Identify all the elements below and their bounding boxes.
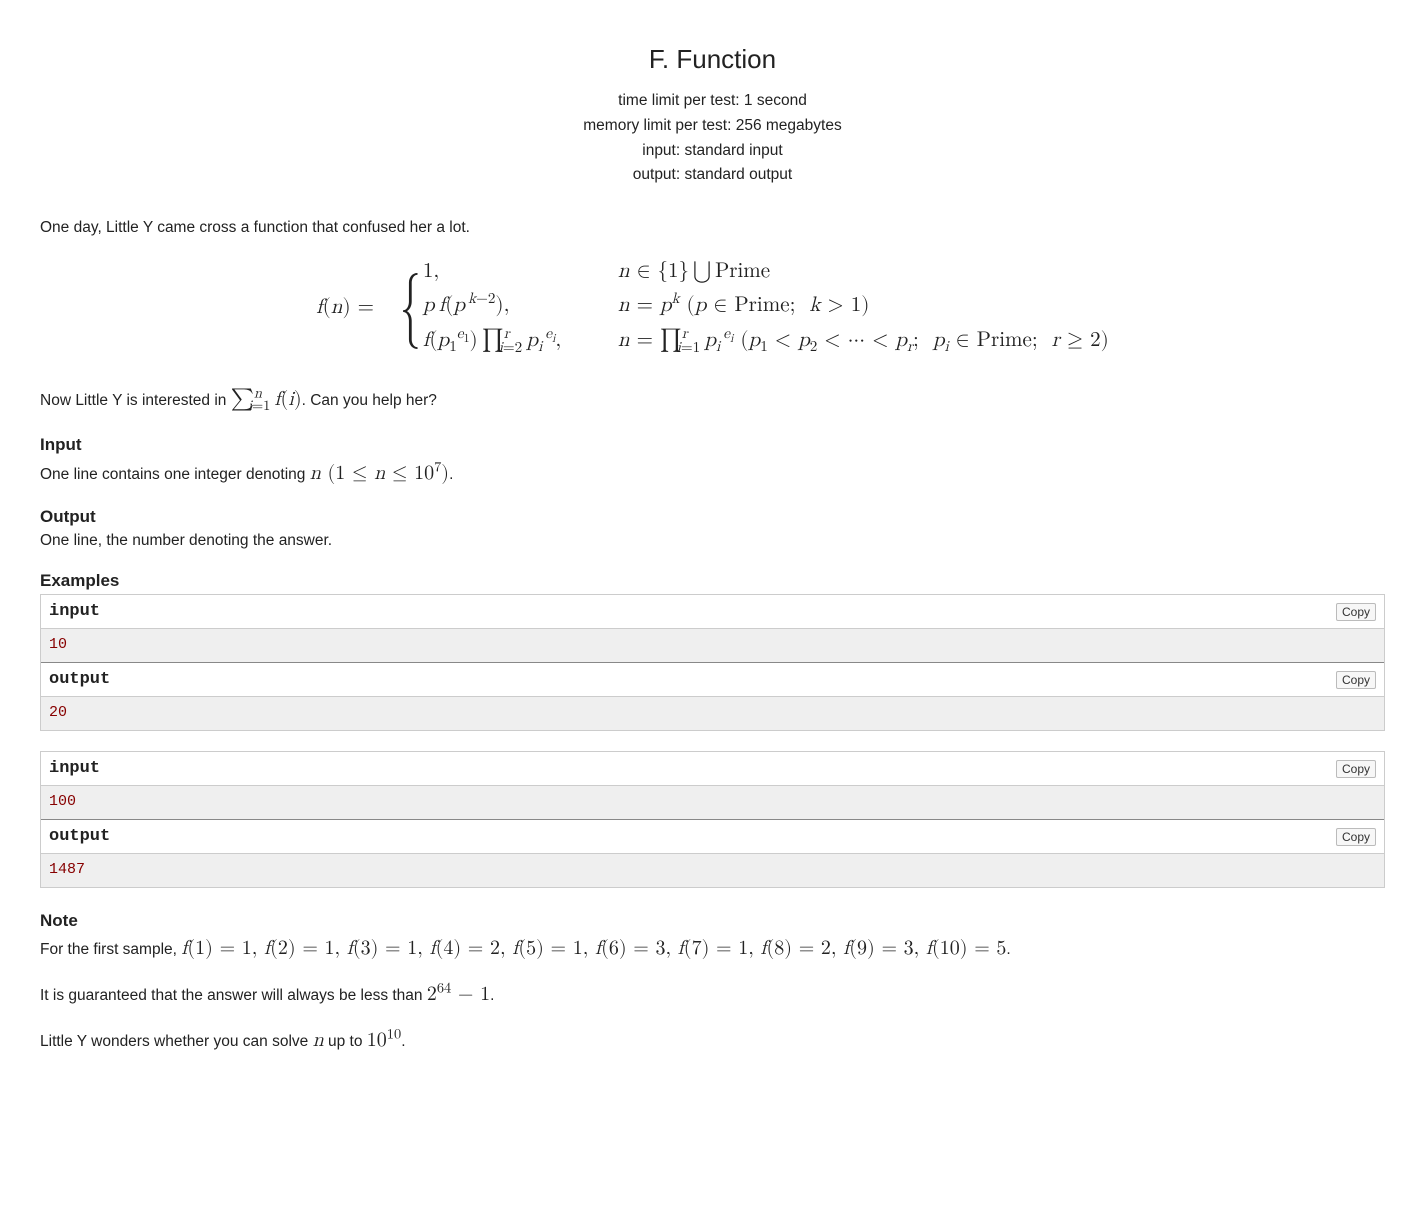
example-input-content: 100 — [41, 786, 1384, 820]
note-sample-suffix: . — [1006, 941, 1010, 958]
copy-button[interactable]: Copy — [1336, 671, 1376, 689]
example-block: input Copy 10 output Copy 20 — [40, 594, 1385, 731]
copy-button[interactable]: Copy — [1336, 603, 1376, 621]
io-header: output Copy — [41, 820, 1384, 855]
input-text-suffix: . — [449, 466, 453, 483]
note-section-title: Note — [40, 908, 1385, 934]
input-text-prefix: One line contains one integer denoting — [40, 466, 310, 483]
note-wonder-n: n — [313, 1030, 324, 1050]
time-limit-value: 1 second — [744, 92, 807, 109]
example-output-content: 20 — [41, 697, 1384, 730]
output-type-label: output: — [633, 166, 680, 183]
note-wonder-prefix: Little Y wonders whether you can solve — [40, 1033, 313, 1050]
examples-container: inputCopy10outputCopy20inputCopy100outpu… — [40, 594, 1385, 888]
io-header: input Copy — [41, 595, 1384, 630]
problem-title: F. Function — [40, 40, 1385, 79]
example-block: input Copy 100 output Copy 1487 — [40, 751, 1385, 888]
copy-button[interactable]: Copy — [1336, 760, 1376, 778]
output-type-value: standard output — [684, 166, 792, 183]
function-definition-formula: f(n) = { 1, n ∈ {1} ⋃ Prime p f(p k−2), … — [40, 255, 1385, 359]
output-section-text: One line, the number denoting the answer… — [40, 529, 1385, 552]
question-suffix: . Can you help her? — [302, 392, 437, 409]
note-wonder-bound: 1010 — [367, 1030, 401, 1050]
input-type-label: input: — [642, 142, 680, 159]
io-label: input — [49, 599, 100, 625]
note-sample-values: For the first sample, f(1) = 1, f(2) = 1… — [40, 933, 1385, 963]
question-prefix: Now Little Y is interested in — [40, 392, 231, 409]
copy-button[interactable]: Copy — [1336, 828, 1376, 846]
example-output-content: 1487 — [41, 854, 1384, 887]
memory-limit-value: 256 megabytes — [736, 117, 842, 134]
io-label: input — [49, 756, 100, 782]
input-type-value: standard input — [684, 142, 782, 159]
note-f-values-formula: f(1) = 1, f(2) = 1, f(3) = 1, f(4) = 2, … — [181, 938, 1006, 958]
input-section-text: One line contains one integer denoting n… — [40, 458, 1385, 488]
example-input-content: 10 — [41, 629, 1384, 663]
memory-limit-label: memory limit per test: — [583, 117, 731, 134]
note-guarantee-suffix: . — [490, 987, 494, 1004]
note-sample-prefix: For the first sample, — [40, 941, 181, 958]
note-guarantee: It is guaranteed that the answer will al… — [40, 979, 1385, 1009]
input-section-title: Input — [40, 432, 1385, 458]
sum-formula: ∑ni=1 f(i) — [231, 389, 302, 409]
question-paragraph: Now Little Y is interested in ∑ni=1 f(i)… — [40, 383, 1385, 416]
note-guarantee-formula: 264 − 1 — [427, 984, 490, 1004]
note-guarantee-prefix: It is guaranteed that the answer will al… — [40, 987, 427, 1004]
io-header: output Copy — [41, 663, 1384, 698]
io-label: output — [49, 824, 110, 850]
io-header: input Copy — [41, 752, 1384, 787]
note-wonder-mid: up to — [324, 1033, 367, 1050]
input-constraint-formula: n (1 ≤ n ≤ 107) — [310, 463, 449, 483]
note-wonder-suffix: . — [401, 1033, 405, 1050]
examples-section-title: Examples — [40, 568, 1385, 594]
note-wonder: Little Y wonders whether you can solve n… — [40, 1025, 1385, 1055]
output-section-title: Output — [40, 504, 1385, 530]
io-label: output — [49, 667, 110, 693]
intro-paragraph: One day, Little Y came cross a function … — [40, 216, 1385, 239]
time-limit-label: time limit per test: — [618, 92, 739, 109]
limits-block: time limit per test: 1 second memory lim… — [40, 89, 1385, 188]
